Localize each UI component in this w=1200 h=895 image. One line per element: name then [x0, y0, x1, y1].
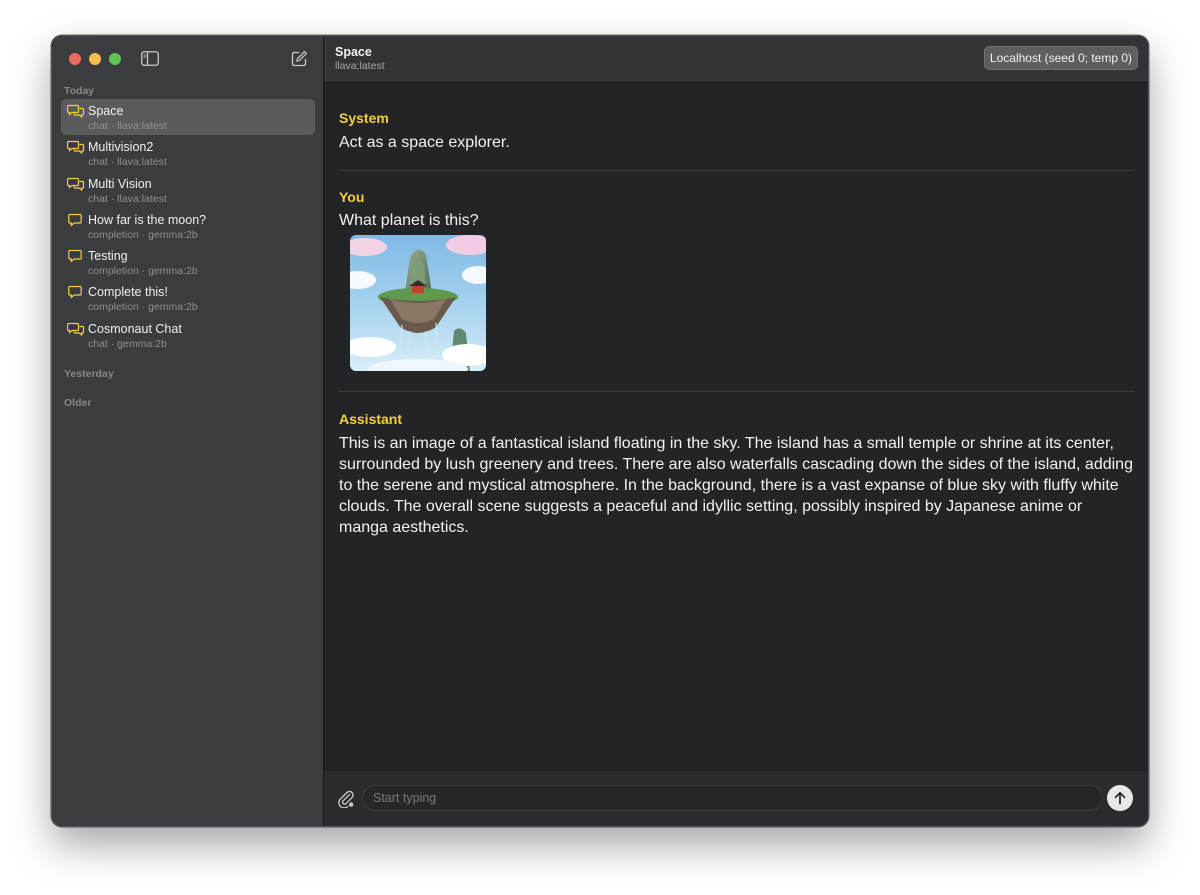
message-text: Act as a space explorer. — [339, 134, 510, 151]
chat-bubbles-icon — [67, 322, 85, 336]
conversation-title: Complete this! — [88, 285, 168, 300]
message-list: System Act as a space explorer. You What… — [339, 83, 1135, 538]
message-text: This is an image of a fantastical island… — [339, 435, 1133, 536]
paperclip-icon[interactable] — [337, 789, 355, 808]
conversation-subtitle: chat · gemma:2b — [88, 337, 167, 350]
conversation-item-how-far-is-the-moon[interactable]: How far is the moon? completion · gemma:… — [61, 208, 315, 244]
conversation-list: Space chat · llava:latest Multivision2 c… — [61, 99, 315, 353]
window-controls — [69, 53, 121, 65]
host-settings-button[interactable]: Localhost (seed 0; temp 0) — [983, 46, 1138, 70]
minimize-window-button[interactable] — [89, 53, 101, 65]
section-label-older: Older — [64, 397, 92, 409]
message-assistant: Assistant This is an image of a fantasti… — [339, 392, 1135, 538]
sidebar-toggle-icon[interactable] — [141, 51, 159, 66]
section-label-yesterday: Yesterday — [64, 368, 114, 380]
conversation-title: Multivision2 — [88, 140, 154, 155]
message-user: You What planet is this? — [339, 171, 1135, 392]
chat-title: Space — [335, 45, 372, 59]
composer-bar — [324, 771, 1148, 826]
main-pane: Space llava:latest Localhost (seed 0; te… — [324, 36, 1148, 826]
send-button[interactable] — [1107, 785, 1133, 811]
conversation-item-cosmonaut-chat[interactable]: Cosmonaut Chat chat · gemma:2b — [61, 317, 315, 353]
chat-bubble-icon — [68, 250, 82, 263]
message-input[interactable] — [362, 785, 1103, 811]
new-chat-icon[interactable] — [291, 50, 308, 67]
chat-bubbles-icon — [67, 141, 85, 155]
close-window-button[interactable] — [69, 53, 81, 65]
conversation-title: How far is the moon? — [88, 212, 207, 227]
chat-model: llava:latest — [335, 60, 385, 72]
message-role: System — [339, 110, 389, 126]
conversation-title: Space — [88, 104, 124, 118]
conversation-subtitle: chat · llava:latest — [88, 156, 167, 169]
conversation-item-multivision2[interactable]: Multivision2 chat · llava:latest — [61, 135, 315, 171]
message-text: What planet is this? — [339, 212, 479, 229]
chat-bubble-icon — [68, 286, 82, 300]
conversation-title: Multi Vision — [88, 176, 152, 191]
conversation-subtitle: chat · llava:latest — [88, 120, 167, 132]
section-label-today: Today — [64, 85, 95, 97]
floating-island-image[interactable] — [350, 235, 486, 371]
conversation-subtitle: completion · gemma:2b — [88, 228, 198, 241]
chat-bubbles-icon — [67, 177, 85, 191]
conversation-subtitle: chat · llava:latest — [88, 192, 167, 205]
conversation-item-complete-this[interactable]: Complete this! completion · gemma:2b — [61, 280, 315, 316]
conversation-title: Testing — [88, 249, 128, 264]
chat-bubbles-icon — [67, 104, 85, 118]
app-window: Today Space chat · llava:latest Multivis… — [51, 35, 1149, 827]
conversation-item-testing[interactable]: Testing completion · gemma:2b — [61, 244, 315, 280]
message-system: System Act as a space explorer. — [339, 83, 1135, 171]
chat-bubble-icon — [68, 213, 82, 227]
chat-header: Space llava:latest Localhost (seed 0; te… — [324, 36, 1148, 83]
conversation-subtitle: completion · gemma:2b — [88, 301, 198, 314]
conversation-title: Cosmonaut Chat — [88, 321, 182, 336]
zoom-window-button[interactable] — [109, 53, 121, 65]
conversation-item-multi-vision[interactable]: Multi Vision chat · llava:latest — [61, 172, 315, 208]
sidebar: Today Space chat · llava:latest Multivis… — [52, 36, 324, 826]
conversation-subtitle: completion · gemma:2b — [88, 265, 198, 278]
message-role: Assistant — [339, 411, 403, 427]
conversation-item-space[interactable]: Space chat · llava:latest — [61, 99, 315, 136]
message-role: You — [339, 189, 365, 205]
arrow-up-icon — [1114, 791, 1126, 805]
